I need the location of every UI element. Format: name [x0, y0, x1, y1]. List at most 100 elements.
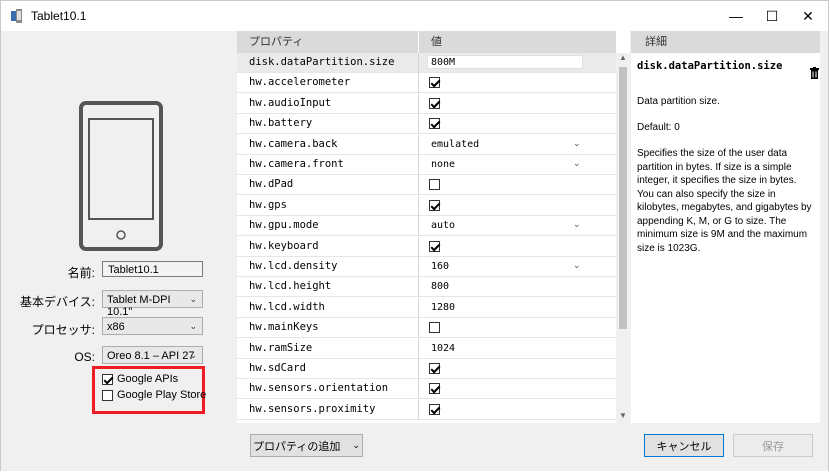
column-divider [418, 236, 419, 257]
scroll-up-icon[interactable]: ▲ [619, 53, 627, 62]
value-column-header[interactable]: 値 [419, 31, 616, 53]
close-button[interactable]: ✕ [788, 1, 828, 31]
processor-label: プロセッサ: [31, 323, 95, 337]
grid-scrollbar[interactable]: ▲ ▼ [616, 53, 630, 423]
chevron-down-icon[interactable]: ⌄ [573, 260, 581, 271]
column-divider [418, 73, 419, 94]
property-checkbox[interactable] [429, 322, 440, 334]
chevron-down-icon[interactable]: ⌄ [573, 158, 581, 169]
chevron-down-icon: ⌄ [352, 440, 360, 450]
column-divider [418, 318, 419, 339]
google-apis-checkbox[interactable]: Google APIs [102, 373, 178, 385]
name-input[interactable]: Tablet10.1 [102, 261, 203, 277]
property-name: hw.sdCard [249, 362, 306, 374]
property-checkbox[interactable] [429, 403, 440, 415]
property-name: hw.lcd.height [249, 280, 332, 293]
table-row[interactable]: hw.audioInput [237, 93, 630, 114]
property-name: hw.battery [249, 117, 313, 130]
property-value[interactable]: emulated [431, 139, 479, 150]
table-row[interactable]: hw.camera.back emulated ⌄ [237, 134, 630, 155]
property-name: disk.dataPartition.size [249, 56, 395, 68]
cancel-button[interactable]: キャンセル [644, 434, 724, 457]
maximize-button[interactable]: ☐ [752, 1, 792, 31]
table-row[interactable]: hw.gps [237, 195, 630, 216]
table-row[interactable]: hw.ramSize 1024 [237, 338, 630, 359]
column-divider [418, 257, 419, 277]
base-device-value: Tablet M-DPI 10.1" [107, 294, 171, 318]
tablet-device-icon [79, 101, 163, 251]
detail-header: 詳細 [631, 31, 820, 53]
table-row[interactable]: hw.battery [237, 114, 630, 135]
property-name: hw.camera.back [249, 137, 338, 150]
table-row[interactable]: hw.lcd.width 1280 [237, 297, 630, 318]
property-checkbox[interactable] [429, 240, 440, 252]
table-row[interactable]: hw.sensors.proximity [237, 399, 630, 420]
window: Tablet10.1 — ☐ ✕ 名前: Tablet10.1 基本デバイス: … [0, 0, 829, 471]
detail-default: Default: 0 [637, 122, 680, 133]
property-value[interactable]: 1280 [431, 302, 455, 313]
property-grid: プロパティ 値 disk.dataPartition.size 800M hw.ac… [237, 31, 630, 423]
property-value[interactable]: 800M [431, 57, 455, 68]
property-checkbox[interactable] [429, 383, 440, 395]
checkbox-icon [102, 389, 113, 401]
property-checkbox[interactable] [429, 118, 440, 130]
scroll-thumb[interactable] [619, 67, 627, 329]
table-row[interactable]: disk.dataPartition.size 800M [237, 53, 630, 73]
chevron-down-icon: ⌄ [189, 294, 197, 304]
os-label: OS: [74, 350, 95, 364]
property-name: hw.keyboard [249, 239, 319, 252]
table-row[interactable]: hw.camera.front none ⌄ [237, 155, 630, 175]
app-icon [11, 9, 22, 23]
property-name: hw.lcd.width [249, 300, 325, 313]
property-checkbox[interactable] [429, 199, 440, 211]
table-row[interactable]: hw.keyboard [237, 236, 630, 257]
property-name: hw.lcd.density [249, 260, 338, 272]
chevron-down-icon[interactable]: ⌄ [573, 138, 581, 149]
property-value[interactable]: 160 [431, 261, 449, 272]
processor-value: x86 [107, 321, 125, 333]
table-row[interactable]: hw.lcd.density 160 ⌄ [237, 257, 630, 277]
os-select[interactable]: Oreo 8.1 – API 27 ⌄ [102, 346, 203, 364]
scroll-down-icon[interactable]: ▼ [619, 411, 627, 420]
google-play-checkbox[interactable]: Google Play Store [102, 389, 206, 401]
table-row[interactable]: hw.dPad [237, 175, 630, 196]
property-value[interactable]: none [431, 159, 455, 170]
table-row[interactable]: hw.mainKeys [237, 318, 630, 339]
table-row[interactable]: hw.gpu.mode auto ⌄ [237, 216, 630, 237]
table-row[interactable]: hw.sensors.orientation [237, 379, 630, 400]
property-name: hw.dPad [249, 178, 294, 191]
column-divider [418, 175, 419, 196]
detail-title: disk.dataPartition.size [637, 60, 783, 72]
table-row[interactable]: hw.lcd.height 800 [237, 277, 630, 298]
property-value[interactable]: 1024 [431, 343, 455, 354]
processor-select[interactable]: x86 ⌄ [102, 317, 203, 335]
property-value[interactable]: auto [431, 220, 455, 231]
column-divider [418, 216, 419, 237]
property-name: hw.sensors.orientation [249, 382, 389, 395]
maximize-icon: ☐ [765, 7, 779, 24]
property-checkbox[interactable] [429, 97, 440, 109]
property-value[interactable]: 800 [431, 281, 449, 292]
property-name: hw.sensors.proximity [249, 402, 376, 415]
column-divider [418, 277, 419, 298]
chevron-down-icon[interactable]: ⌄ [573, 219, 581, 230]
column-divider [418, 155, 419, 175]
os-value: Oreo 8.1 – API 27 [107, 350, 195, 362]
name-label: 名前: [67, 266, 95, 280]
property-checkbox[interactable] [429, 77, 440, 89]
table-row[interactable]: hw.accelerometer [237, 73, 630, 94]
window-title: Tablet10.1 [31, 9, 87, 23]
property-checkbox[interactable] [429, 179, 440, 191]
property-column-header[interactable]: プロパティ [237, 31, 418, 53]
save-button[interactable]: 保存 [733, 434, 813, 457]
minimize-button[interactable]: — [716, 1, 756, 31]
property-name: hw.camera.front [249, 158, 344, 170]
base-device-select[interactable]: Tablet M-DPI 10.1" ⌄ [102, 290, 203, 318]
add-property-button[interactable]: プロパティの追加 ⌄ [250, 434, 363, 457]
column-divider [418, 195, 419, 216]
table-row[interactable]: hw.sdCard [237, 359, 630, 379]
property-checkbox[interactable] [429, 363, 440, 374]
trash-icon[interactable] [810, 67, 819, 79]
property-name: hw.gps [249, 198, 287, 211]
base-device-label: 基本デバイス: [20, 295, 95, 309]
